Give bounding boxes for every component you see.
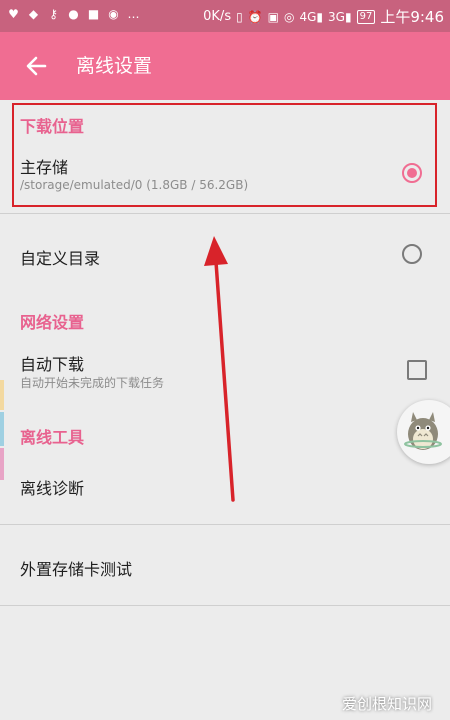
annotation-arrow — [204, 236, 235, 502]
watermark-text: 爱创根知识网 — [341, 695, 432, 713]
